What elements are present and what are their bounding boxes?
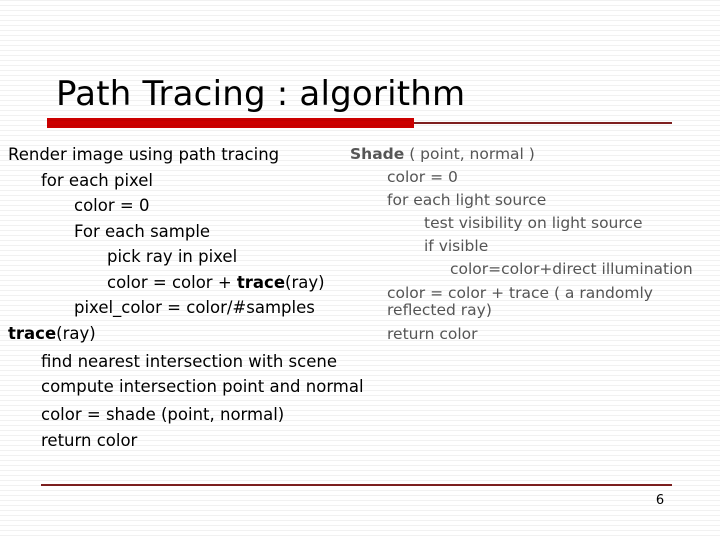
footer-divider — [41, 484, 672, 486]
code-text: (ray) — [285, 272, 325, 292]
code-line: color = color + trace(ray) — [8, 270, 368, 296]
code-line: pick ray in pixel — [107, 247, 238, 266]
title-divider-accent — [47, 118, 414, 128]
code-line: compute intersection point and normal — [41, 377, 364, 396]
code-text: ( point, normal ) — [404, 145, 535, 163]
page-title: Path Tracing : algorithm — [56, 74, 466, 114]
code-keyword: trace — [236, 272, 286, 292]
code-line: color=color+direct illumination — [450, 260, 693, 278]
code-text: (ray) — [56, 323, 96, 343]
slide-canvas: Path Tracing : algorithm Render image us… — [0, 0, 720, 540]
code-line: find nearest intersection with scene — [41, 352, 337, 371]
code-line: return color — [387, 325, 478, 343]
code-keyword: trace — [8, 323, 57, 343]
algorithm-right-column: Shade ( point, normal ) color = 0 for each… — [350, 143, 715, 346]
code-line: for each light source — [387, 191, 547, 209]
code-line: trace(ray) — [8, 321, 368, 347]
algorithm-left-column: Render image using path tracing for each … — [8, 142, 368, 453]
code-line: for each pixel — [41, 170, 154, 190]
code-line: if visible — [424, 237, 489, 255]
code-line: color = 0 — [74, 196, 150, 215]
code-keyword: Shade — [350, 145, 405, 163]
code-line: test visibility on light source — [424, 214, 643, 232]
code-line: pixel_color = color/#samples — [74, 298, 315, 317]
code-text: color = color + — [107, 272, 237, 292]
code-line: Shade ( point, normal ) — [350, 143, 715, 166]
code-line: color = shade (point, normal) — [41, 405, 285, 424]
page-number: 6 — [655, 493, 665, 508]
code-line: color = color + trace ( a randomly refle… — [387, 284, 658, 319]
code-line: For each sample — [74, 221, 211, 241]
code-line: return color — [41, 430, 138, 450]
code-line: color = 0 — [387, 168, 458, 186]
code-line: Render image using path tracing — [8, 145, 280, 164]
